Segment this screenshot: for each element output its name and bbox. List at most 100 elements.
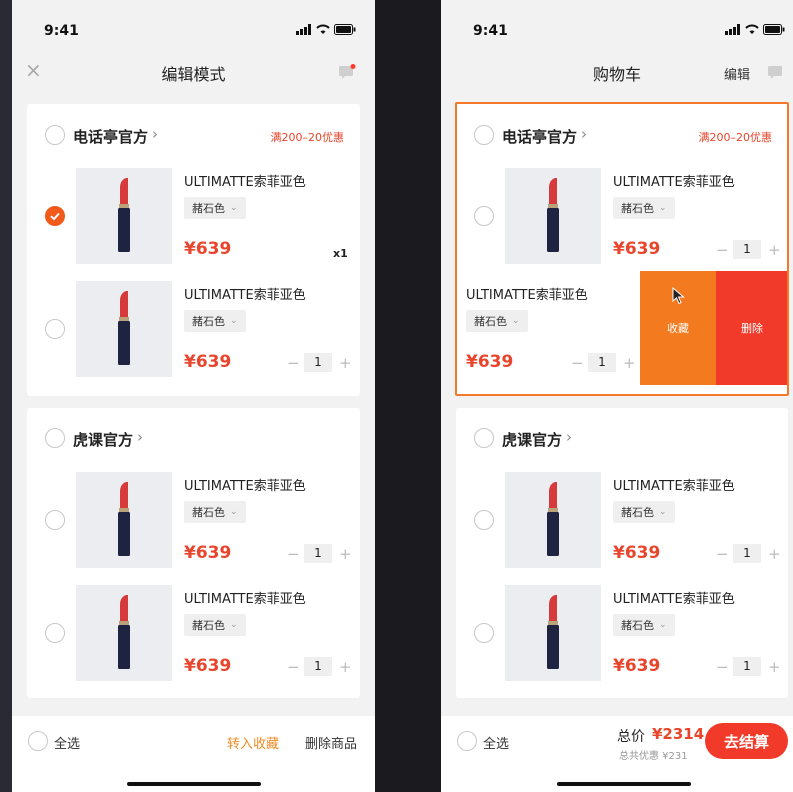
product-select-radio[interactable]: [45, 510, 65, 530]
swipe-delete-button[interactable]: 删除: [716, 271, 788, 385]
variant-selector[interactable]: 赭石色 ⌄: [184, 501, 246, 523]
product-select-radio[interactable]: [474, 510, 494, 530]
cursor-pointer-icon: [672, 286, 685, 309]
product-title: ULTIMATTE索菲亚色: [613, 479, 735, 494]
store-promotion[interactable]: 满200–20优惠: [699, 129, 773, 145]
product-title: ULTIMATTE索菲亚色: [184, 288, 306, 303]
chevron-right-icon[interactable]: ›: [137, 428, 143, 446]
quantity-stepper[interactable]: −1 +: [716, 544, 781, 563]
chevron-down-icon: ⌄: [512, 316, 520, 326]
select-all-label: 全选: [483, 737, 510, 752]
message-icon[interactable]: [338, 64, 356, 84]
product-price: ¥639: [184, 239, 232, 259]
variant-label: 赭石色: [474, 315, 507, 328]
discount-summary: 总共优惠 ¥231: [619, 751, 688, 762]
chevron-down-icon: ⌄: [230, 316, 238, 326]
product-select-radio[interactable]: [45, 206, 65, 226]
variant-label: 赭石色: [192, 619, 225, 632]
product-select-radio[interactable]: [474, 206, 494, 226]
product-select-radio[interactable]: [45, 623, 65, 643]
variant-selector[interactable]: 赭石色 ⌄: [613, 614, 675, 636]
product-select-radio[interactable]: [45, 319, 65, 339]
variant-selector[interactable]: 赭石色 ⌄: [613, 501, 675, 523]
select-all-radio[interactable]: [457, 731, 477, 751]
store-select-radio[interactable]: [474, 125, 494, 145]
store-promotion[interactable]: 满200–20优惠: [271, 129, 345, 145]
quantity-increase-button[interactable]: +: [768, 658, 781, 676]
chevron-down-icon: ⌄: [659, 203, 667, 213]
variant-selector[interactable]: 赭石色 ⌄: [184, 614, 246, 636]
store-name[interactable]: 电话亭官方: [502, 126, 577, 147]
store-name[interactable]: 电话亭官方: [73, 126, 148, 147]
quantity-decrease-button[interactable]: −: [571, 354, 584, 372]
edit-mode-screen: 9:41 × 编辑模式 电话亭官方 › 满200–20优惠 ULTIMATTE索菲亚色…: [12, 0, 375, 792]
product-image[interactable]: [76, 585, 172, 681]
store-name[interactable]: 虎课官方: [502, 429, 562, 450]
chevron-right-icon[interactable]: ›: [566, 428, 572, 446]
chevron-right-icon[interactable]: ›: [581, 125, 587, 143]
product-title: ULTIMATTE索菲亚色: [466, 288, 588, 303]
quantity-increase-button[interactable]: +: [768, 545, 781, 563]
quantity-decrease-button[interactable]: −: [716, 658, 729, 676]
quantity-stepper[interactable]: −1 +: [571, 353, 636, 372]
quantity-decrease-button[interactable]: −: [287, 545, 300, 563]
product-price: ¥639: [613, 543, 661, 563]
quantity-stepper[interactable]: −1 +: [287, 657, 352, 676]
variant-selector[interactable]: 赭石色 ⌄: [184, 197, 246, 219]
select-all-radio[interactable]: [28, 731, 48, 751]
product-image[interactable]: [76, 472, 172, 568]
quantity-increase-button[interactable]: +: [768, 241, 781, 259]
variant-selector[interactable]: 赭石色 ⌄: [184, 310, 246, 332]
variant-selector[interactable]: 赭石色 ⌄: [613, 197, 675, 219]
store-card: 电话亭官方 › 满200–20优惠 ULTIMATTE索菲亚色 赭石色 ⌄ ¥639−1 + U…: [456, 104, 788, 396]
quantity-increase-button[interactable]: +: [339, 545, 352, 563]
chevron-down-icon: ⌄: [659, 620, 667, 630]
quantity-badge: x1: [333, 247, 348, 260]
delete-items-button[interactable]: 删除商品: [305, 733, 357, 752]
product-image[interactable]: [76, 168, 172, 264]
quantity-decrease-button[interactable]: −: [716, 241, 729, 259]
signal-icon: [725, 24, 740, 35]
variant-label: 赭石色: [192, 202, 225, 215]
chevron-right-icon[interactable]: ›: [152, 125, 158, 143]
store-card: 虎课官方 › ULTIMATTE索菲亚色 赭石色 ⌄ ¥639−1 + ULTIMATTE索菲…: [27, 408, 360, 698]
checkout-button[interactable]: 去结算: [705, 723, 788, 759]
quantity-decrease-button[interactable]: −: [287, 354, 300, 372]
product-select-radio[interactable]: [474, 623, 494, 643]
quantity-increase-button[interactable]: +: [339, 354, 352, 372]
quantity-increase-button[interactable]: +: [623, 354, 636, 372]
product-price: ¥639: [613, 239, 661, 259]
edit-button[interactable]: 编辑: [724, 64, 750, 83]
lipstick-image: [543, 482, 563, 562]
quantity-value: 1: [304, 544, 332, 563]
quantity-stepper[interactable]: −1 +: [287, 353, 352, 372]
chevron-down-icon: ⌄: [230, 203, 238, 213]
quantity-stepper[interactable]: −1 +: [716, 657, 781, 676]
product-image[interactable]: [505, 585, 601, 681]
product-price: ¥639: [184, 543, 232, 563]
lipstick-image: [114, 595, 134, 675]
quantity-stepper[interactable]: −1 +: [287, 544, 352, 563]
message-icon[interactable]: [767, 64, 785, 84]
quantity-decrease-button[interactable]: −: [287, 658, 300, 676]
select-all-label: 全选: [54, 737, 81, 752]
total-label: 总价: [617, 729, 645, 745]
store-select-radio[interactable]: [45, 428, 65, 448]
store-select-radio[interactable]: [45, 125, 65, 145]
product-image[interactable]: [76, 281, 172, 377]
product-price: ¥639: [613, 656, 661, 676]
store-card: 虎课官方 › ULTIMATTE索菲亚色 赭石色 ⌄ ¥639−1 + ULTIMATTE索菲…: [456, 408, 788, 698]
product-image[interactable]: [505, 168, 601, 264]
move-to-favorites-button[interactable]: 转入收藏: [227, 733, 279, 752]
store-select-radio[interactable]: [474, 428, 494, 448]
status-time: 9:41: [473, 23, 508, 39]
store-name[interactable]: 虎课官方: [73, 429, 133, 450]
quantity-stepper[interactable]: −1 +: [716, 240, 781, 259]
variant-selector[interactable]: 赭石色 ⌄: [466, 310, 528, 332]
store-card: 电话亭官方 › 满200–20优惠 ULTIMATTE索菲亚色 赭石色 ⌄ ¥639 x1 UL…: [27, 104, 360, 396]
checkout-bar: 全选 总价 ¥2314 总共优惠 ¥231 去结算: [441, 716, 793, 792]
quantity-value: 1: [733, 544, 761, 563]
product-image[interactable]: [505, 472, 601, 568]
quantity-increase-button[interactable]: +: [339, 658, 352, 676]
quantity-decrease-button[interactable]: −: [716, 545, 729, 563]
